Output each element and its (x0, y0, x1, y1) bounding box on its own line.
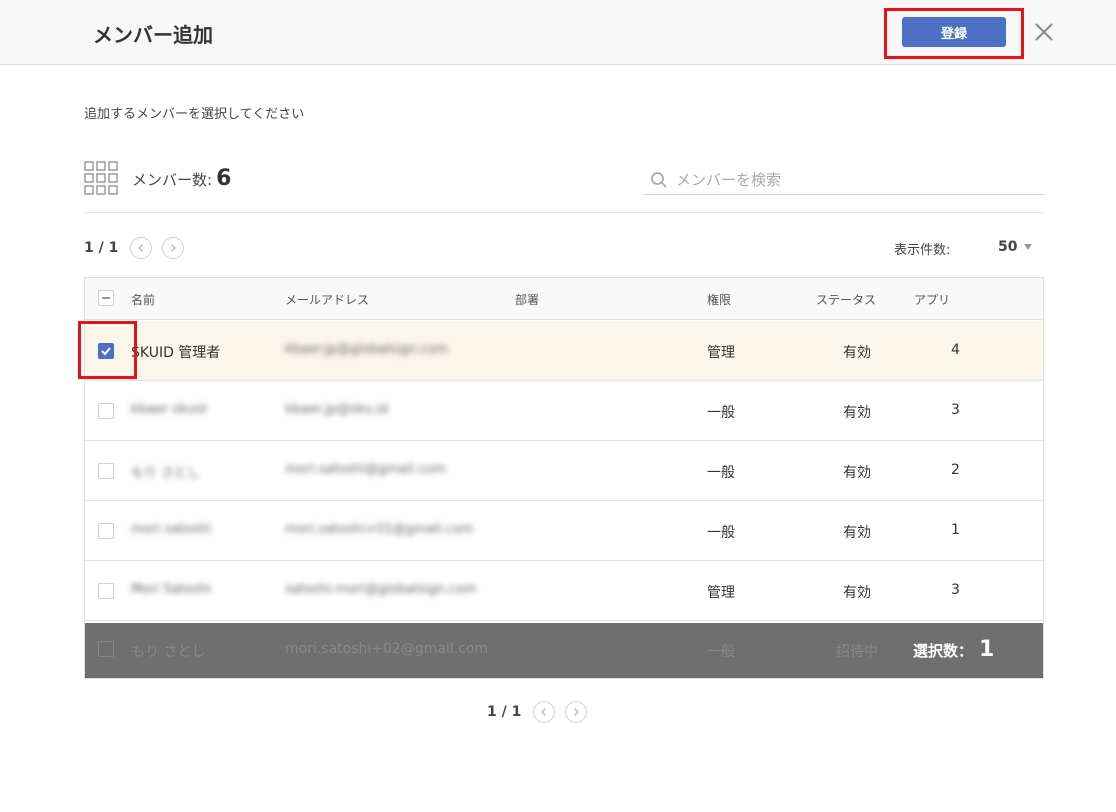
row-email: kbaer.jp@globalsign.com (285, 342, 449, 357)
prev-page-button[interactable] (130, 237, 153, 259)
table-row[interactable]: もり さとし mori.satoshi@gmail.com 一般 有効 2 (85, 441, 1043, 501)
next-page-button[interactable] (565, 701, 588, 723)
table-row[interactable]: SKUID 管理者 kbaer.jp@globalsign.com 管理 有効 … (85, 321, 1043, 381)
page-indicator: 1 / 1 (84, 240, 119, 256)
search-input[interactable] (676, 167, 1036, 193)
row-name: mori satoshi (131, 522, 212, 537)
checkbox-highlight (78, 321, 137, 379)
row-role: 一般 (707, 465, 735, 481)
row-role: 管理 (707, 585, 735, 601)
search-icon (650, 171, 668, 189)
chevron-left-icon (138, 244, 144, 252)
next-page-button[interactable] (162, 237, 185, 259)
table-header: 名前 メールアドレス 部署 権限 ステータス アプリ (85, 278, 1043, 320)
column-name[interactable]: 名前 (131, 291, 155, 308)
row-role: 一般 (707, 525, 735, 541)
prev-page-button[interactable] (533, 701, 556, 723)
row-name: もり さとし (131, 644, 206, 660)
divider (84, 212, 1044, 213)
row-status: 有効 (843, 525, 871, 541)
per-page-select[interactable]: 50 (998, 239, 1033, 255)
table-row[interactable]: Mori Satoshi satoshi.mori@globalsign.com… (85, 561, 1043, 621)
selection-footer: もり さとし mori.satoshi+02@gmail.com 一般 招待中 … (85, 623, 1043, 678)
row-checkbox[interactable] (98, 463, 114, 479)
dialog-title: メンバー追加 (93, 23, 213, 47)
column-status[interactable]: ステータス (816, 291, 876, 308)
row-status: 有効 (843, 405, 871, 421)
column-role[interactable]: 権限 (707, 291, 731, 308)
selected-count-value: 1 (979, 637, 995, 662)
row-role: 管理 (707, 345, 735, 361)
row-name: Mori Satoshi (131, 582, 212, 597)
row-checkbox[interactable] (98, 583, 114, 599)
selected-count: 選択数： 1 (913, 637, 994, 662)
row-name: kbaer skuid (131, 402, 207, 417)
row-apps: 3 (951, 582, 960, 598)
row-status: 有効 (843, 585, 871, 601)
row-apps: 2 (951, 462, 960, 478)
column-apps[interactable]: アプリ (914, 291, 950, 308)
row-status: 有効 (843, 465, 871, 481)
per-page-label: 表示件数: (894, 243, 951, 258)
close-icon[interactable] (1032, 20, 1056, 44)
chevron-left-icon (541, 708, 547, 716)
pagination-bottom: 1 / 1 (487, 701, 597, 723)
column-email[interactable]: メールアドレス (285, 291, 369, 308)
member-table: 名前 メールアドレス 部署 権限 ステータス アプリ SKUID 管理者 kba… (84, 277, 1044, 679)
selected-count-label: 選択数： (913, 642, 974, 660)
row-apps: 3 (951, 402, 960, 418)
row-apps: 4 (951, 342, 960, 358)
table-row[interactable]: kbaer skuid kbaer.jp@sku.id 一般 有効 3 (85, 381, 1043, 441)
column-dept[interactable]: 部署 (515, 291, 539, 308)
row-apps: 1 (951, 522, 960, 538)
member-count-label: メンバー数: (132, 171, 213, 189)
row-status: 有効 (843, 345, 871, 361)
pagination-top: 1 / 1 (84, 237, 194, 259)
dialog-header: メンバー追加 登録 (0, 0, 1116, 65)
chevron-right-icon (171, 244, 177, 252)
row-checkbox[interactable] (98, 403, 114, 419)
row-role: 一般 (707, 644, 735, 660)
dropdown-arrow-icon (1024, 244, 1033, 250)
table-row[interactable]: mori satoshi mori.satoshi+01@gmail.com 一… (85, 501, 1043, 561)
row-email: kbaer.jp@sku.id (285, 402, 389, 417)
row-checkbox[interactable] (98, 523, 114, 539)
chevron-right-icon (574, 708, 580, 716)
row-name: もり さとし (131, 466, 201, 481)
row-name: SKUID 管理者 (131, 345, 221, 361)
member-search (644, 165, 1044, 195)
row-email: satoshi.mori@globalsign.com (285, 582, 477, 597)
row-checkbox (98, 641, 114, 657)
row-email: mori.satoshi@gmail.com (285, 462, 447, 477)
row-role: 一般 (707, 405, 735, 421)
row-email: mori.satoshi+02@gmail.com (285, 641, 489, 657)
page-indicator: 1 / 1 (487, 704, 522, 720)
row-email: mori.satoshi+01@gmail.com (285, 522, 474, 537)
row-status: 招待中 (836, 644, 878, 660)
register-button[interactable]: 登録 (902, 17, 1006, 47)
instruction-text: 追加するメンバーを選択してください (84, 107, 305, 122)
per-page-value: 50 (998, 239, 1018, 255)
select-all-checkbox[interactable] (98, 290, 114, 306)
grid-view-icon (84, 161, 118, 195)
member-count: メンバー数: 6 (132, 166, 231, 191)
member-count-value: 6 (216, 166, 232, 191)
